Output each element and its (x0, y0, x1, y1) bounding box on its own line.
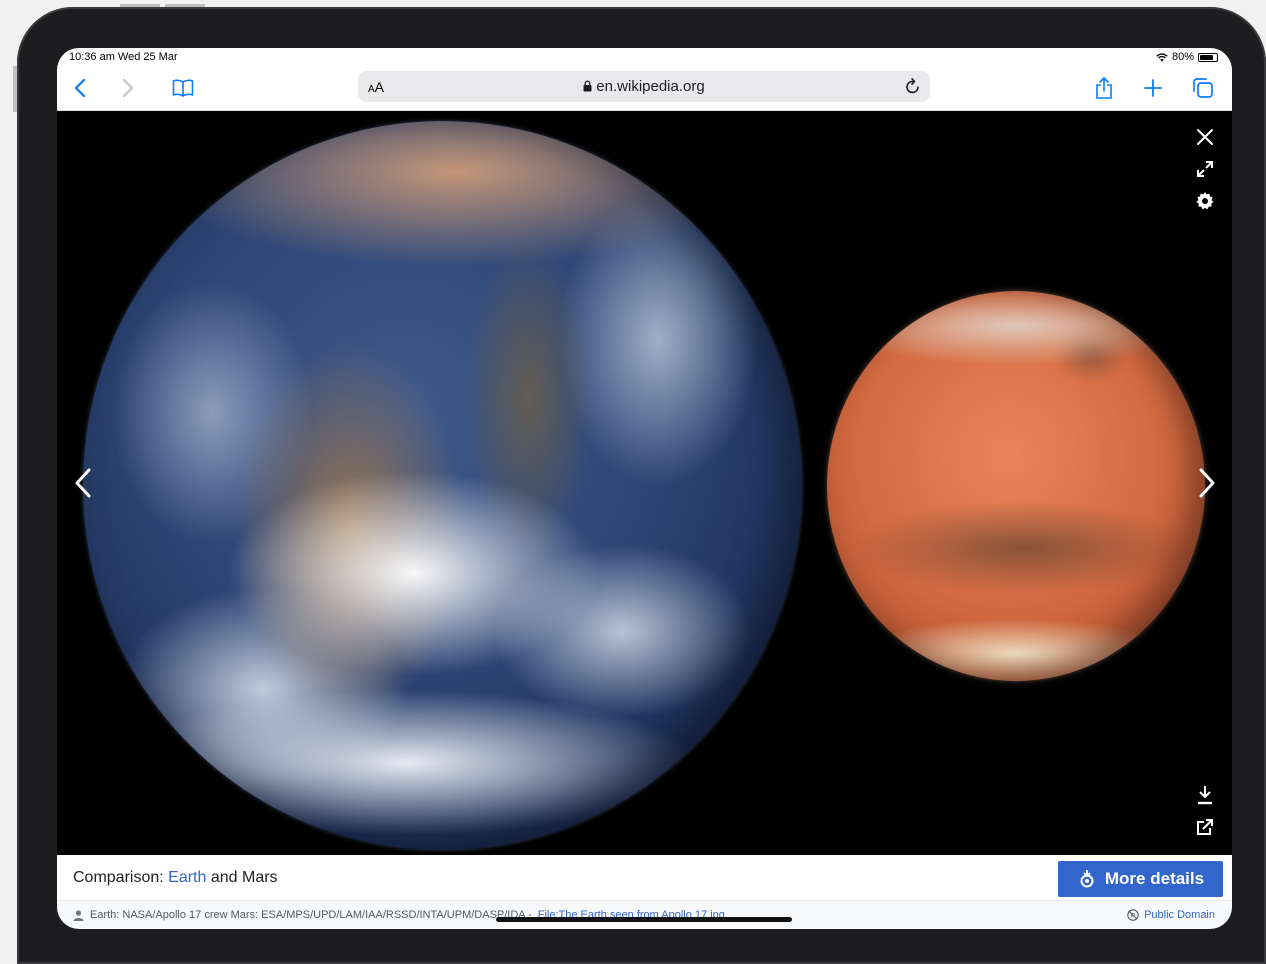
gear-icon (1196, 192, 1214, 210)
settings-button[interactable] (1193, 189, 1217, 213)
more-details-label: More details (1104, 869, 1205, 888)
browser-toolbar: AA en.wikipedia.org (57, 66, 1232, 111)
share-icon (1096, 77, 1112, 99)
caption-suffix: and Mars (206, 869, 278, 886)
commons-logo-icon (1080, 870, 1094, 888)
screen: 10:36 am Wed 25 Mar 80% AA en.wikipedia.… (57, 48, 1232, 929)
tabs-icon (1193, 78, 1213, 98)
chevron-left-icon (75, 468, 91, 498)
attribution-bar: Earth: NASA/Apollo 17 crew Mars: ESA/MPS… (57, 900, 1232, 929)
status-time: 10:36 am Wed 25 Mar (69, 51, 178, 63)
fullscreen-button[interactable] (1193, 157, 1217, 181)
status-bar: 10:36 am Wed 25 Mar 80% (57, 48, 1232, 66)
mars-image (827, 291, 1205, 681)
user-icon (73, 909, 84, 921)
download-icon (1198, 786, 1212, 805)
earth-image (83, 121, 802, 850)
tabs-overview-button[interactable] (1191, 66, 1215, 110)
earth-link[interactable]: Earth (168, 869, 206, 886)
bookmarks-button[interactable] (170, 66, 196, 110)
status-right: 80% (1156, 51, 1218, 63)
share-button[interactable] (1093, 66, 1115, 110)
close-icon (1197, 129, 1213, 145)
more-details-button[interactable]: More details (1058, 861, 1223, 897)
home-indicator (496, 917, 792, 922)
previous-image-button[interactable] (69, 465, 97, 501)
reload-button[interactable] (904, 76, 922, 101)
share-icon (1197, 819, 1213, 835)
address-bar[interactable]: AA en.wikipedia.org (358, 71, 930, 102)
url-text: en.wikipedia.org (596, 78, 705, 95)
side-button (13, 66, 17, 112)
svg-text:P: P (1131, 912, 1135, 919)
chevron-right-icon (122, 78, 134, 98)
next-image-button[interactable] (1193, 465, 1221, 501)
book-icon (172, 79, 194, 97)
author-text: Earth: NASA/Apollo 17 crew Mars: ESA/MPS… (90, 909, 532, 921)
download-button[interactable] (1193, 783, 1217, 807)
wifi-icon (1156, 52, 1168, 61)
reload-icon (906, 78, 919, 94)
share-image-button[interactable] (1193, 815, 1217, 839)
caption-bar: Comparison: Earth and Mars More details (57, 855, 1232, 900)
new-tab-button[interactable] (1142, 66, 1164, 110)
forward-button[interactable] (117, 66, 139, 110)
chevron-left-icon (74, 78, 86, 98)
media-viewer (57, 111, 1232, 855)
battery-percent: 80% (1171, 51, 1194, 63)
caption-prefix: Comparison: (73, 869, 169, 886)
url-display[interactable]: en.wikipedia.org (358, 78, 930, 95)
back-button[interactable] (69, 66, 91, 110)
lock-icon (583, 80, 592, 92)
fullscreen-icon (1197, 161, 1213, 177)
volume-button (165, 4, 205, 7)
license-text: Public Domain (1144, 909, 1215, 921)
volume-button (120, 4, 160, 7)
plus-icon (1144, 79, 1162, 97)
close-viewer-button[interactable] (1193, 125, 1217, 149)
image-caption: Comparison: Earth and Mars (73, 869, 278, 887)
battery-icon (1198, 52, 1218, 62)
license-link[interactable]: P Public Domain (1127, 909, 1215, 921)
public-domain-icon: P (1127, 909, 1139, 921)
chevron-right-icon (1199, 468, 1215, 498)
